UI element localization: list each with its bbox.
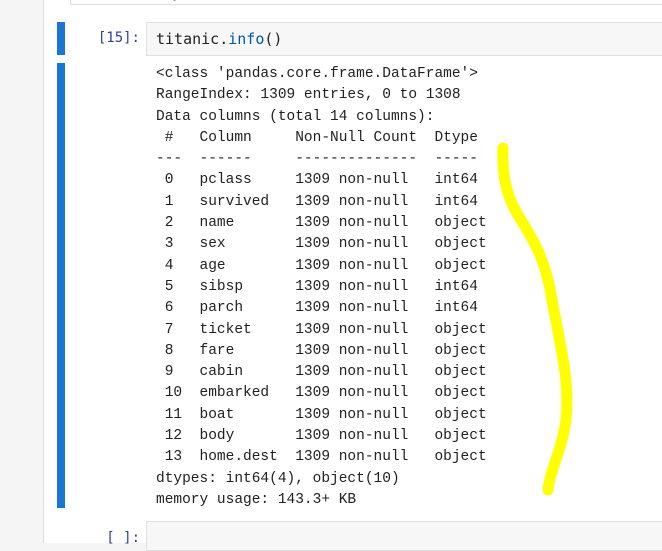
yellow-highlight-scribble (497, 142, 573, 496)
